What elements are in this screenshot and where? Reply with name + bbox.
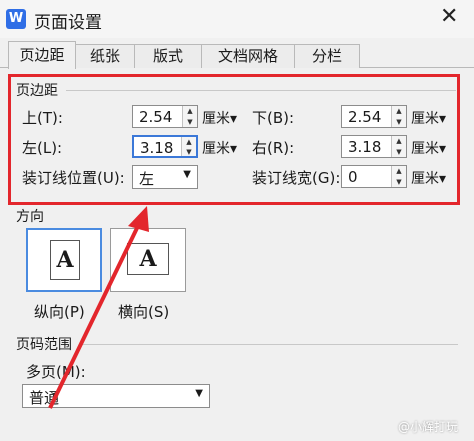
- annotation-arrow: [48, 206, 149, 409]
- arrow-head: [128, 206, 149, 232]
- watermark: @小辉打玩: [398, 420, 459, 434]
- arrow-shaft: [48, 225, 140, 409]
